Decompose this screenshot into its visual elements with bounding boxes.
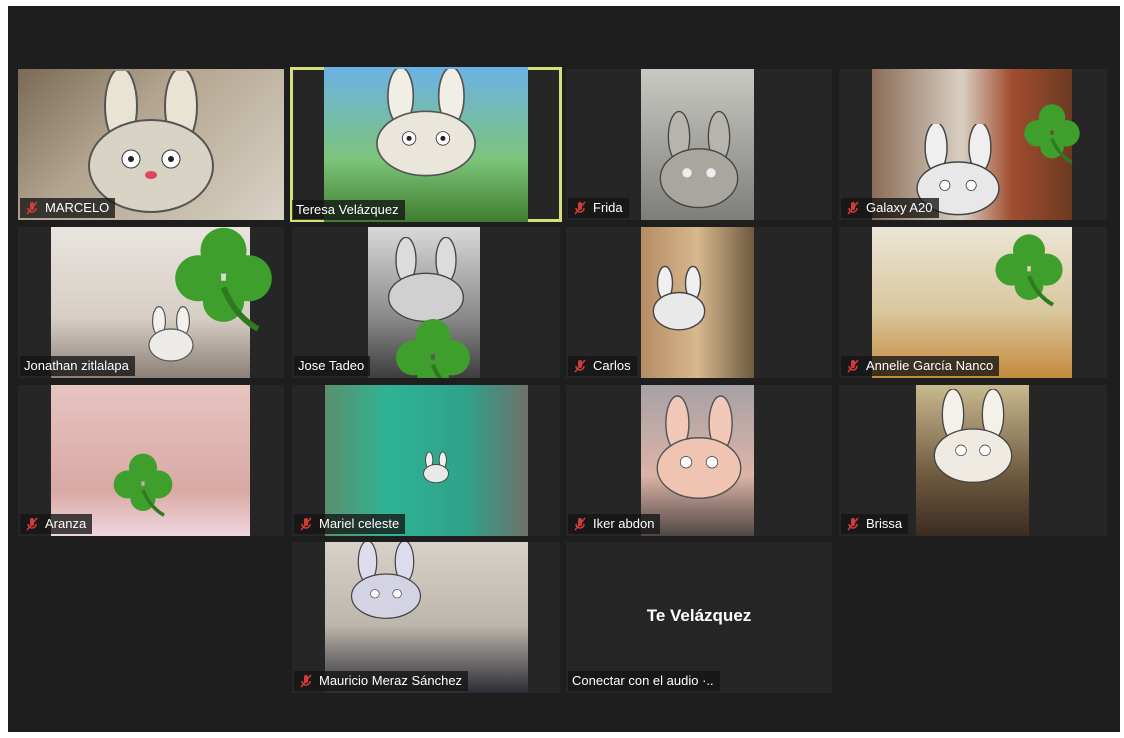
participant-name: Jose Tadeo [298, 358, 365, 373]
participant-name: MARCELO [45, 200, 110, 215]
bunny-mask-icon [652, 265, 706, 331]
clover-icon [396, 319, 470, 378]
connect-audio-label: Conectar con el audio ·.. [572, 673, 714, 688]
participant-name: Carlos [593, 358, 631, 373]
participant-tile-aranza[interactable]: Aranza [18, 385, 284, 536]
participant-tile-mauricio[interactable]: Mauricio Meraz Sánchez [292, 542, 560, 693]
participant-name: Mauricio Meraz Sánchez [319, 673, 463, 688]
participant-name-tag: Carlos [568, 356, 637, 376]
microphone-muted-icon [300, 674, 312, 688]
bunny-mask-icon [656, 395, 742, 499]
participant-name-tag: MARCELO [20, 198, 116, 218]
participant-name-tag: Iker abdon [568, 514, 661, 534]
participant-name-tag: Frida [568, 198, 629, 218]
participant-name-tag: Annelie García Nanco [841, 356, 1000, 376]
participant-name: Galaxy A20 [866, 200, 933, 215]
microphone-muted-icon [574, 201, 586, 215]
participant-name-tag: Brissa [841, 514, 909, 534]
clover-icon [1024, 104, 1080, 164]
bunny-mask-icon [423, 451, 449, 484]
participant-name-tag: Jose Tadeo [294, 356, 371, 376]
meeting-gallery-view: MARCELO Teresa Velázquez Frida Galaxy A2… [8, 6, 1120, 732]
participant-name: Annelie García Nanco [866, 358, 994, 373]
clover-icon [995, 234, 1063, 307]
bunny-mask-icon [376, 69, 476, 177]
participant-name: Jonathan zitlalapa [24, 358, 129, 373]
microphone-muted-icon [26, 201, 38, 215]
participant-tile-brissa[interactable]: Brissa [839, 385, 1107, 536]
participant-tile-frida[interactable]: Frida [566, 69, 832, 220]
participant-tile-iker[interactable]: Iker abdon [566, 385, 832, 536]
participant-tile-teresa[interactable]: Teresa Velázquez [290, 67, 562, 222]
participant-name-tag: Galaxy A20 [841, 198, 939, 218]
clover-icon [113, 453, 173, 517]
participant-tile-carlos[interactable]: Carlos [566, 227, 832, 378]
participant-name: Aranza [45, 516, 87, 531]
participant-name: Mariel celeste [319, 516, 400, 531]
microphone-muted-icon [847, 201, 859, 215]
participant-name-tag: Aranza [20, 514, 93, 534]
participant-name: Brissa [866, 516, 903, 531]
participant-name: Frida [593, 200, 623, 215]
participant-tile-marcelo[interactable]: MARCELO [18, 69, 284, 220]
microphone-muted-icon [847, 359, 859, 373]
bunny-mask-icon [933, 389, 1013, 483]
participant-name-tag: Mauricio Meraz Sánchez [294, 671, 469, 691]
connect-audio-status[interactable]: Conectar con el audio ·.. [568, 671, 720, 691]
participant-display-name: Te Velázquez [646, 606, 752, 625]
participant-tile-galaxy-a20[interactable]: Galaxy A20 [839, 69, 1107, 220]
participant-tile-jose-tadeo[interactable]: Jose Tadeo [292, 227, 560, 378]
participant-tile-mariel[interactable]: Mariel celeste [292, 385, 560, 536]
participant-name-tag: Teresa Velázquez [292, 200, 405, 220]
bunny-mask-icon [88, 71, 214, 213]
participant-name: Iker abdon [593, 516, 655, 531]
participant-tile-jonathan[interactable]: Jonathan zitlalapa [18, 227, 284, 378]
microphone-muted-icon [26, 517, 38, 531]
participant-name: Teresa Velázquez [296, 202, 399, 217]
participant-tile-annelie[interactable]: Annelie García Nanco [839, 227, 1107, 378]
clover-icon [175, 227, 272, 332]
participant-tile-audio-only[interactable]: Te Velázquez Conectar con el audio ·.. [566, 542, 832, 693]
microphone-muted-icon [574, 359, 586, 373]
microphone-muted-icon [847, 517, 859, 531]
bunny-mask-icon [350, 542, 422, 619]
participant-name-tag: Mariel celeste [294, 514, 406, 534]
participant-name-tag: Jonathan zitlalapa [20, 356, 135, 376]
microphone-muted-icon [300, 517, 312, 531]
bunny-mask-icon [659, 110, 739, 209]
microphone-muted-icon [574, 517, 586, 531]
